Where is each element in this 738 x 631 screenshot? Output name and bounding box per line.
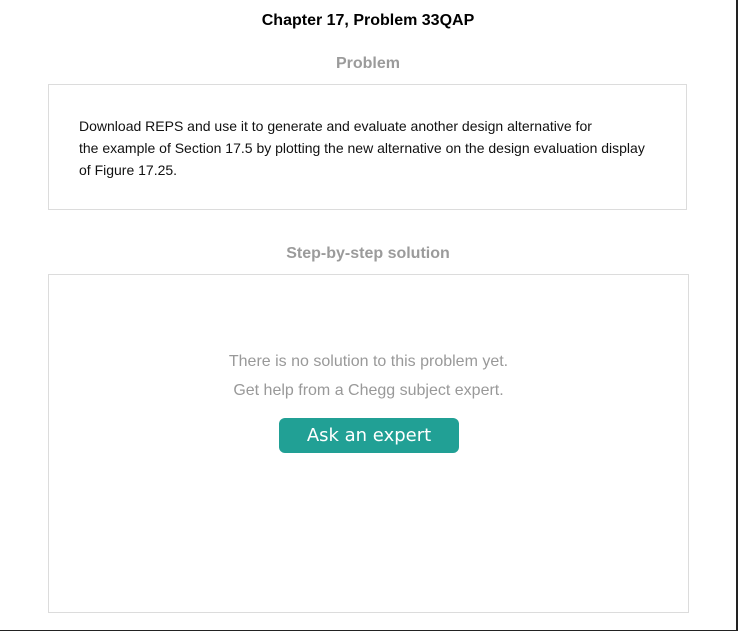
page: Chapter 17, Problem 33QAP Problem Downlo… <box>0 0 738 631</box>
solution-box: There is no solution to this problem yet… <box>48 274 689 613</box>
problem-line: of Figure 17.25. <box>79 162 178 178</box>
help-message: Get help from a Chegg subject expert. <box>233 382 504 399</box>
problem-text: Download REPS and use it to generate and… <box>79 115 669 181</box>
no-solution-message: There is no solution to this problem yet… <box>228 353 509 370</box>
problem-line: the example of Section 17.5 by plotting … <box>79 140 645 156</box>
problem-line: Download REPS and use it to generate and… <box>79 118 592 134</box>
ask-expert-button[interactable]: Ask an expert <box>279 418 459 453</box>
problem-box: Download REPS and use it to generate and… <box>48 84 687 210</box>
page-title: Chapter 17, Problem 33QAP <box>261 12 475 29</box>
problem-heading: Problem <box>335 55 400 72</box>
solution-heading: Step-by-step solution <box>286 245 450 262</box>
